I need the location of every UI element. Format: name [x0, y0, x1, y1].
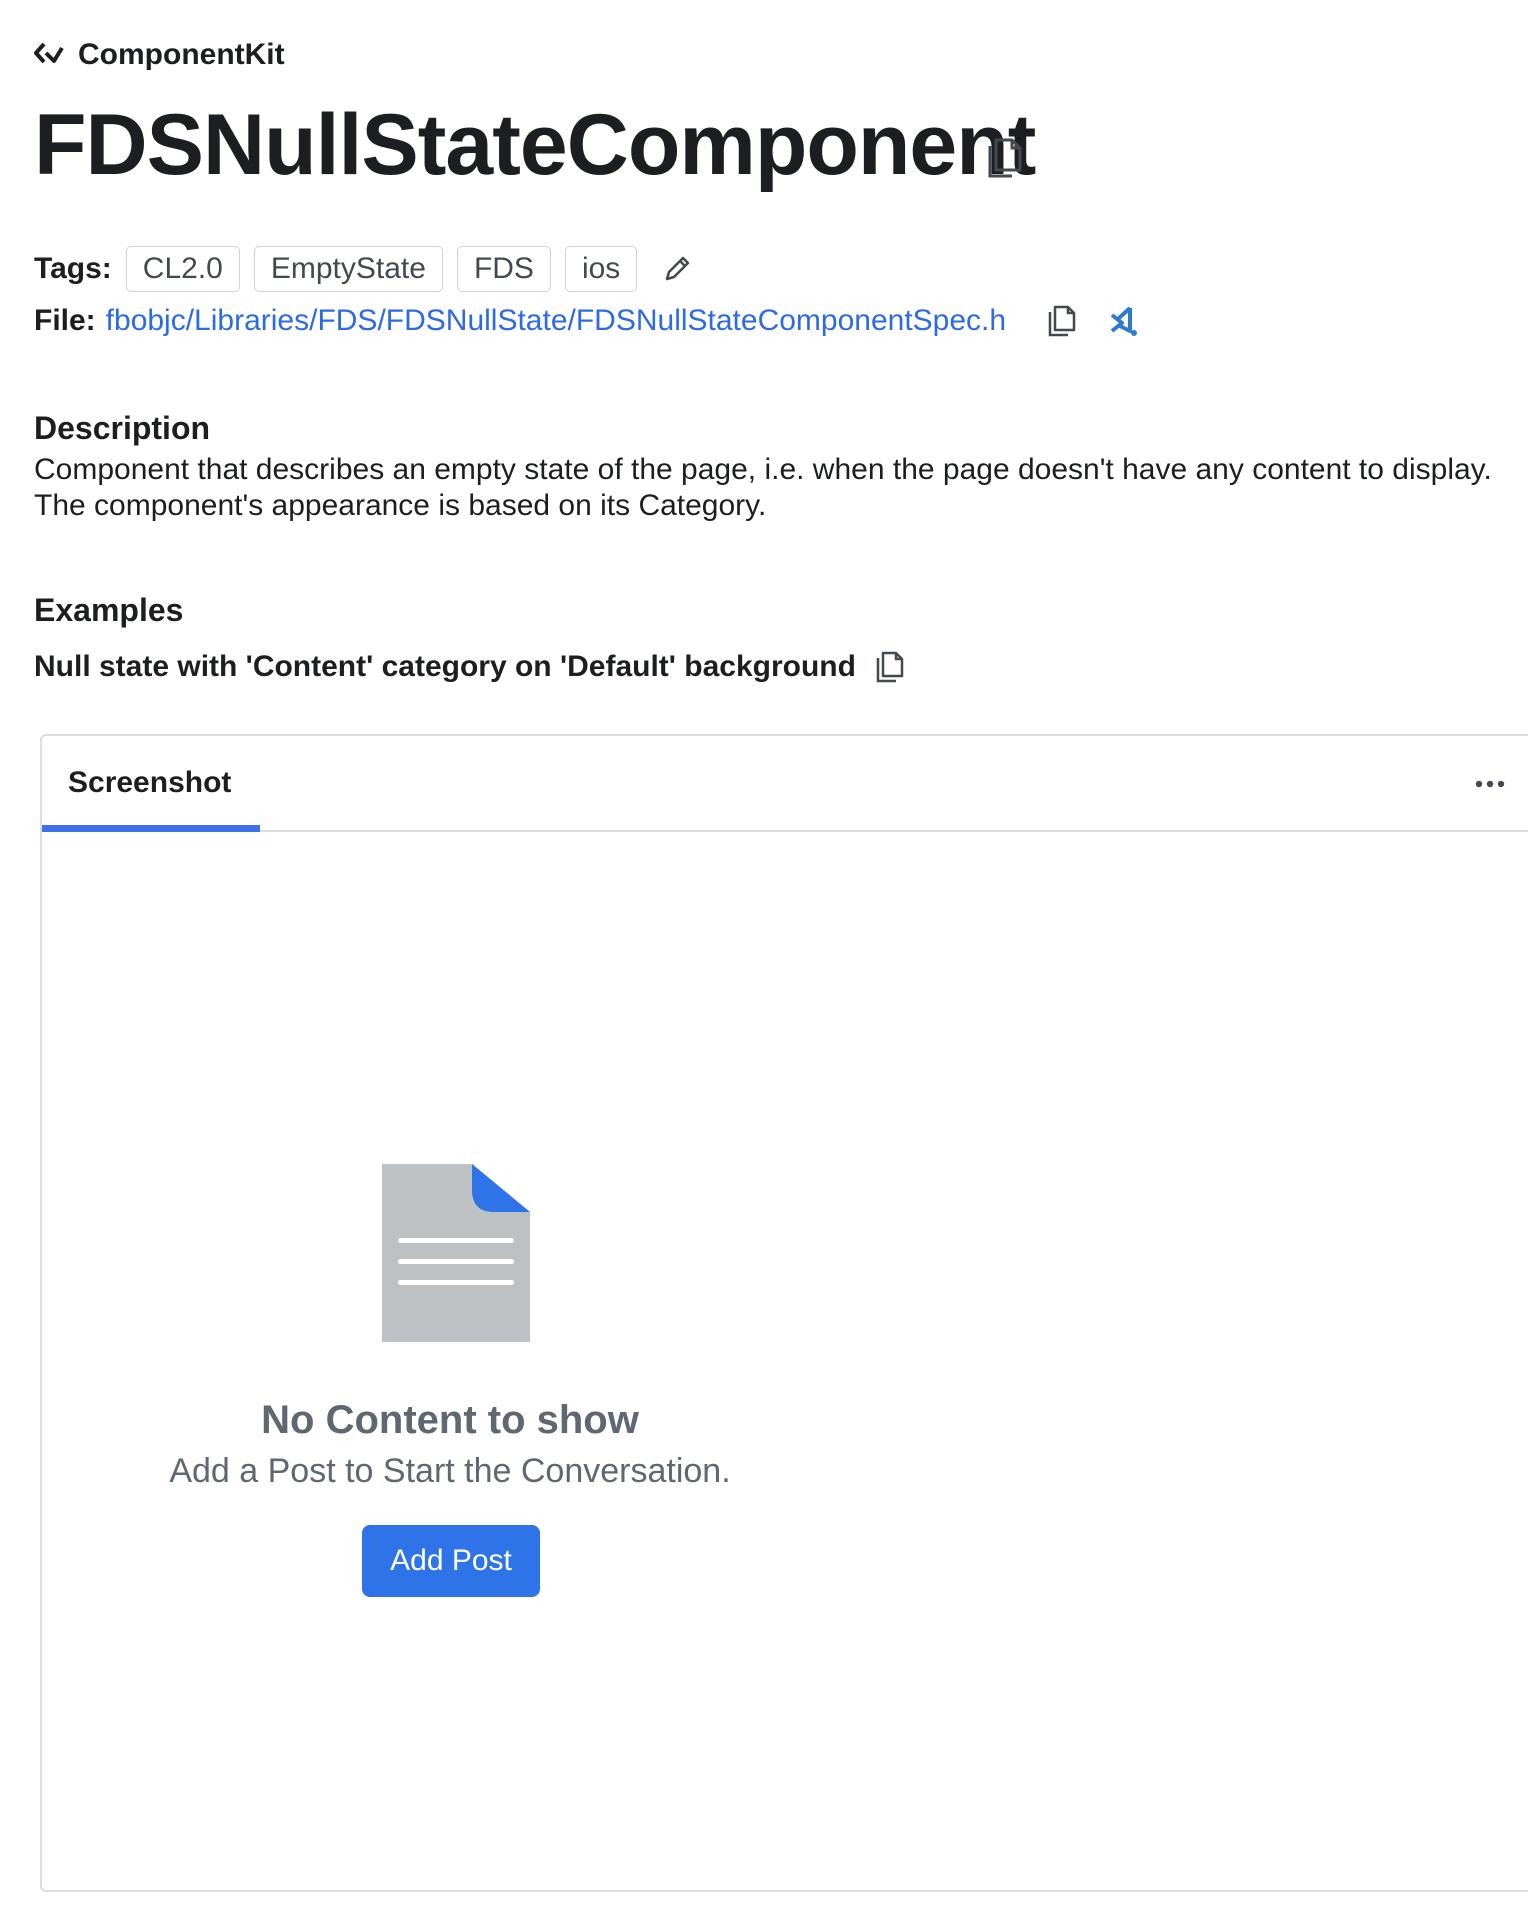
copy-icon[interactable] — [984, 136, 1024, 185]
example-title: Null state with 'Content' category on 'D… — [34, 650, 856, 683]
null-state-title: No Content to show — [261, 1398, 639, 1442]
pencil-icon[interactable] — [661, 253, 693, 285]
tag-chip[interactable]: ios — [564, 246, 638, 292]
more-options-button[interactable] — [1462, 766, 1518, 802]
page-title: FDSNullStateComponent — [34, 97, 1036, 193]
vscode-icon[interactable] — [1108, 305, 1140, 337]
add-post-button[interactable]: Add Post — [362, 1525, 540, 1597]
tag-chip[interactable]: FDS — [456, 246, 551, 292]
description-heading: Description — [34, 410, 211, 446]
tag-chip[interactable]: EmptyState — [253, 246, 443, 292]
more-horizontal-icon — [1475, 780, 1505, 788]
active-tab-indicator — [42, 825, 260, 832]
null-state-subtitle: Add a Post to Start the Conversation. — [169, 1452, 731, 1490]
file-label: File: — [34, 304, 96, 337]
document-icon — [382, 1164, 530, 1347]
panel-tabbar: Screenshot — [42, 736, 1528, 832]
example-title-row: Null state with 'Content' category on 'D… — [34, 650, 906, 684]
tags-label: Tags: — [34, 252, 112, 285]
tab-screenshot[interactable]: Screenshot — [42, 736, 260, 832]
file-path-link[interactable]: fbobjc/Libraries/FDS/FDSNullState/FDSNul… — [106, 304, 1006, 338]
brand[interactable]: ComponentKit — [34, 38, 285, 72]
tag-chip[interactable]: CL2.0 — [125, 246, 240, 292]
copy-icon[interactable] — [1046, 304, 1078, 338]
brand-name: ComponentKit — [78, 38, 285, 71]
file-row: File: fbobjc/Libraries/FDS/FDSNullState/… — [34, 304, 1140, 338]
description-text: Component that describes an empty state … — [34, 453, 1492, 522]
componentkit-logo-icon — [34, 42, 64, 69]
tags-row: Tags: CL2.0 EmptyState FDS ios — [34, 246, 693, 292]
tab-label: Screenshot — [68, 766, 232, 799]
examples-heading: Examples — [34, 592, 184, 628]
copy-icon[interactable] — [874, 650, 906, 684]
example-panel: Screenshot — [40, 734, 1528, 1892]
